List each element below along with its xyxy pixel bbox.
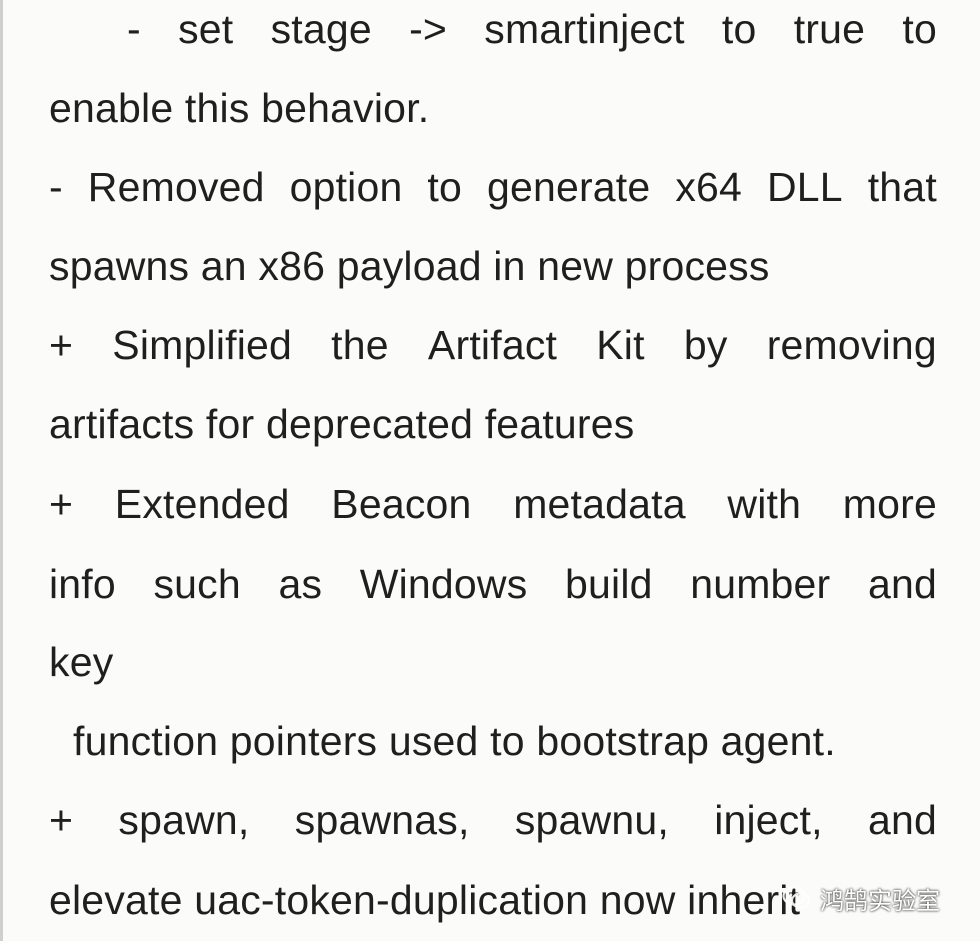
word: generate [486,164,651,210]
word: removing [766,322,937,368]
word: number [690,561,831,607]
word: with [727,481,802,527]
word: + [49,797,74,843]
text-line-12: elevate uac-token-duplication now inheri… [49,876,800,924]
word: Kit [596,322,645,368]
text-line-6: artifacts for deprecated features [49,400,634,448]
text-line-7: + Extended Beacon metadata with more [49,480,937,528]
word: - [127,6,141,52]
text-line-10: function pointers used to bootstrap agen… [73,717,836,765]
line-text: artifacts for deprecated features [49,401,635,447]
text-line-5: + Simplified the Artifact Kit by removin… [49,321,937,369]
word: to [427,164,463,210]
wechat-icon [782,886,811,909]
word: Extended [114,481,290,527]
word: spawnu, [514,797,669,843]
word: + [49,481,74,527]
word: that [867,164,937,210]
text-line-1: - set stage -> smartinject to true to [127,5,937,53]
word: set [178,6,234,52]
line-text: function pointers used to bootstrap agen… [73,718,836,764]
word: spawnas, [294,797,470,843]
word: Windows [359,561,528,607]
text-line-9: key [49,638,113,686]
word: by [683,322,728,368]
line-text: key [49,639,114,685]
word: info [49,561,116,607]
word: Artifact [427,322,558,368]
word: metadata [513,481,686,527]
text-line-4: spawns an x86 payload in new process [49,242,770,290]
word: such [153,561,241,607]
text-line-8: info such as Windows build number and [49,560,937,608]
word: more [842,481,937,527]
document-page: - set stage -> smartinject to true to en… [0,0,980,941]
word: Simplified [112,322,293,368]
word: + [49,322,74,368]
word: and [867,561,937,607]
line-text: spawns an x86 payload in new process [49,243,770,289]
word: smartinject [484,6,685,52]
word: x64 [675,164,743,210]
word: inject, [714,797,823,843]
watermark-text: 鸿鹄实验室 [820,886,940,915]
text-line-11: + spawn, spawnas, spawnu, inject, and [49,796,937,844]
text-line-2: enable this behavior. [49,84,429,132]
word: the [331,322,389,368]
word: spawn, [118,797,250,843]
word: to [902,6,937,52]
word: true [793,6,866,52]
watermark: 鸿鹄实验室 [782,880,952,916]
word: Beacon [331,481,472,527]
text-line-3: - Removed option to generate x64 DLL tha… [49,163,937,211]
word: to [721,6,757,52]
word: Removed [87,164,265,210]
word: DLL [766,164,843,210]
word: - [49,164,63,210]
word: build [565,561,653,607]
line-text: elevate uac-token-duplication now inheri… [49,877,801,923]
word: -> [409,6,448,52]
word: and [867,797,937,843]
word: option [289,164,403,210]
word: stage [270,6,372,52]
word: as [278,561,323,607]
line-text: enable this behavior. [49,85,430,131]
